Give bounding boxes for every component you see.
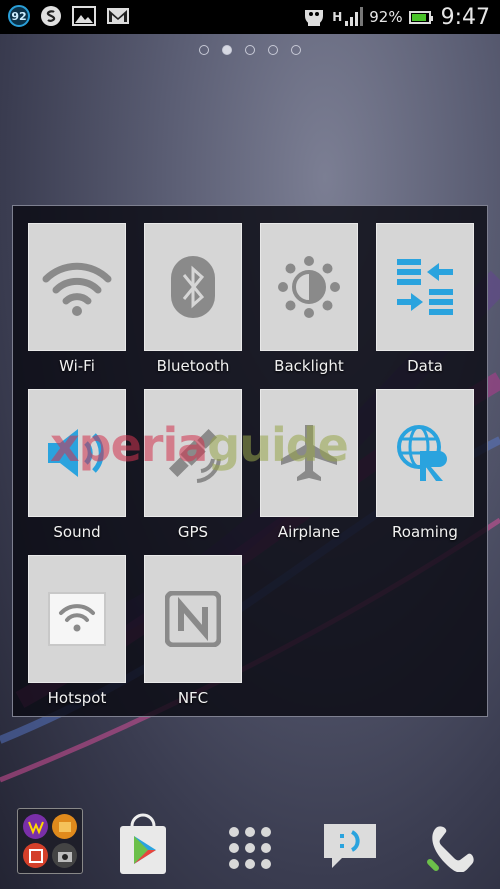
page-dot[interactable] bbox=[199, 45, 209, 55]
tile-backlight[interactable]: Backlight bbox=[251, 223, 367, 375]
tile-gps-box[interactable] bbox=[144, 389, 242, 517]
gallery-icon[interactable] bbox=[72, 5, 96, 27]
wifi-icon bbox=[42, 262, 112, 316]
battery-percent: 92% bbox=[369, 8, 403, 26]
page-indicator bbox=[0, 45, 500, 55]
quick-settings-widget: Wi-Fi Bluetooth Backlight Data Sound GPS… bbox=[12, 205, 488, 717]
media-folder-icon[interactable] bbox=[17, 808, 83, 874]
battery-icon bbox=[408, 10, 433, 24]
battery-level-fill bbox=[411, 13, 427, 21]
usb-debug-icon bbox=[302, 6, 326, 28]
network-h-icon: H bbox=[332, 10, 343, 24]
gmail-icon[interactable] bbox=[106, 6, 130, 26]
clock: 9:47 bbox=[440, 4, 490, 30]
messaging-icon[interactable] bbox=[320, 820, 380, 876]
tile-hotspot-label: Hotspot bbox=[47, 689, 107, 707]
tile-airplane[interactable]: Airplane bbox=[251, 389, 367, 541]
tile-bluetooth-label: Bluetooth bbox=[156, 357, 230, 375]
phone-icon[interactable] bbox=[422, 816, 478, 876]
roaming-icon bbox=[397, 425, 447, 481]
dock bbox=[0, 800, 500, 889]
tile-wifi-label: Wi-Fi bbox=[59, 357, 95, 375]
tile-data-box[interactable] bbox=[376, 223, 474, 351]
tile-hotspot[interactable]: Hotspot bbox=[19, 555, 135, 707]
tile-backlight-box[interactable] bbox=[260, 223, 358, 351]
tile-sound[interactable]: Sound bbox=[19, 389, 135, 541]
tile-wifi[interactable]: Wi-Fi bbox=[19, 223, 135, 375]
tile-sound-label: Sound bbox=[53, 523, 101, 541]
tile-data-label: Data bbox=[407, 357, 443, 375]
tile-bluetooth[interactable]: Bluetooth bbox=[135, 223, 251, 375]
airplane-icon bbox=[281, 425, 337, 481]
tile-gps-label: GPS bbox=[177, 523, 209, 541]
tile-hotspot-box[interactable] bbox=[28, 555, 126, 683]
walkman-icon bbox=[23, 814, 48, 839]
tile-nfc[interactable]: NFC bbox=[135, 555, 251, 707]
skype-icon[interactable] bbox=[40, 5, 62, 27]
tile-backlight-label: Backlight bbox=[274, 357, 344, 375]
brightness-icon bbox=[278, 256, 340, 318]
hotspot-icon bbox=[48, 592, 106, 646]
notification-count-icon[interactable]: 92 bbox=[8, 5, 30, 27]
tile-roaming-label: Roaming bbox=[392, 523, 458, 541]
page-dot[interactable] bbox=[291, 45, 301, 55]
speaker-icon bbox=[48, 429, 104, 477]
tile-nfc-label: NFC bbox=[177, 689, 209, 707]
tile-gps[interactable]: GPS bbox=[135, 389, 251, 541]
gps-icon bbox=[168, 428, 221, 483]
movies-icon bbox=[23, 843, 48, 868]
album-icon bbox=[52, 814, 77, 839]
tile-bluetooth-box[interactable] bbox=[144, 223, 242, 351]
page-dot[interactable] bbox=[268, 45, 278, 55]
tile-roaming[interactable]: Roaming bbox=[367, 389, 483, 541]
nfc-icon bbox=[165, 591, 221, 647]
page-dot[interactable] bbox=[222, 45, 232, 55]
bluetooth-icon bbox=[171, 256, 215, 318]
signal-icon bbox=[345, 7, 364, 27]
tile-sound-box[interactable] bbox=[28, 389, 126, 517]
tile-wifi-box[interactable] bbox=[28, 223, 126, 351]
camera-icon bbox=[52, 843, 77, 868]
page-dot[interactable] bbox=[245, 45, 255, 55]
tile-data[interactable]: Data bbox=[367, 223, 483, 375]
tile-nfc-box[interactable] bbox=[144, 555, 242, 683]
app-drawer-icon[interactable] bbox=[228, 826, 272, 874]
play-store-icon[interactable] bbox=[118, 810, 168, 880]
status-bar: 92 H 92% 9:47 bbox=[0, 0, 500, 34]
tile-airplane-label: Airplane bbox=[277, 523, 341, 541]
data-transfer-icon bbox=[397, 259, 453, 315]
tile-airplane-box[interactable] bbox=[260, 389, 358, 517]
tile-roaming-box[interactable] bbox=[376, 389, 474, 517]
